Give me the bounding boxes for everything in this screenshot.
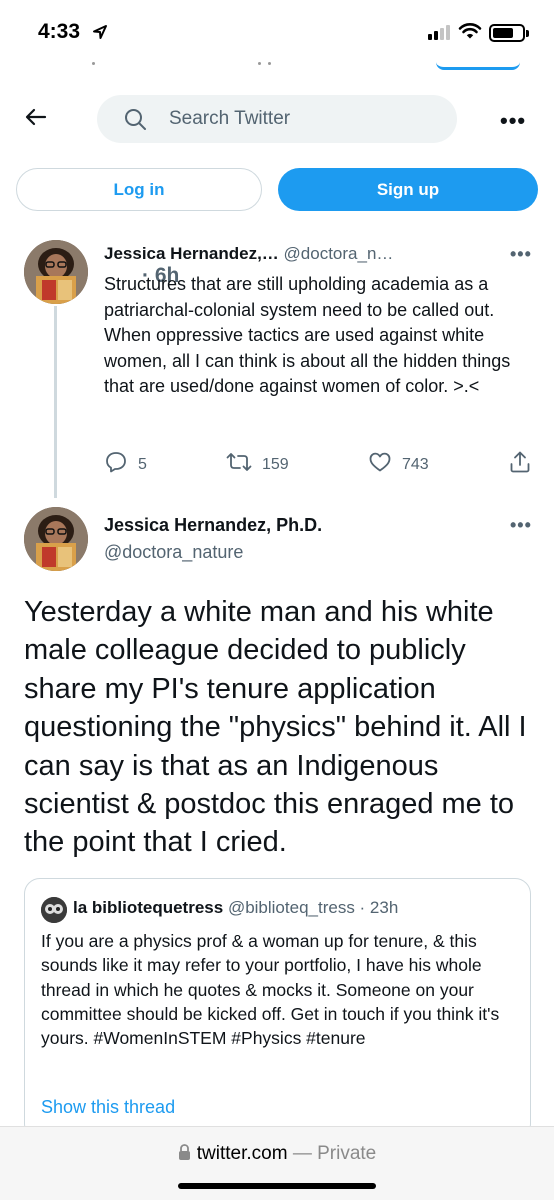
status-time: 4:33 — [38, 20, 81, 43]
quoted-tweet-header: la bibliotequetress @biblioteq_tress · 2… — [73, 898, 398, 918]
reply-button[interactable]: 5 — [104, 450, 147, 479]
header: ••• — [0, 92, 554, 146]
url-domain: twitter.com — [196, 1143, 288, 1164]
tweet-text: Yesterday a white man and his white male… — [24, 596, 527, 859]
quoted-tweet-text: If you are a physics prof & a woman up f… — [41, 931, 500, 1049]
battery-icon — [489, 24, 529, 42]
tweet-more-icon[interactable]: ••• — [510, 515, 532, 536]
url-display[interactable]: twitter.com — Private — [0, 1143, 554, 1167]
home-indicator[interactable] — [178, 1183, 376, 1189]
author-handle[interactable]: @doctora_n… — [284, 244, 394, 263]
show-thread-link[interactable]: Show this thread — [41, 1097, 175, 1118]
back-button[interactable] — [20, 103, 52, 135]
wifi-icon — [458, 22, 482, 45]
avatar — [41, 897, 67, 923]
tweet-actions: 5 159 743 — [104, 450, 534, 478]
share-icon — [508, 450, 532, 479]
author-handle: @biblioteq_tress · 23h — [227, 898, 399, 917]
auth-bar: Log in Sign up — [0, 168, 554, 212]
retweet-icon — [226, 450, 252, 479]
search-input[interactable] — [169, 108, 429, 130]
back-arrow-icon — [24, 105, 48, 134]
avatar[interactable] — [24, 507, 88, 571]
private-mode-label: — Private — [292, 1143, 377, 1164]
reply-icon — [104, 450, 128, 479]
search-box[interactable] — [97, 95, 457, 143]
thread-connector — [54, 306, 57, 498]
retweet-button[interactable]: 159 — [226, 450, 289, 479]
like-count: 743 — [402, 455, 429, 473]
quoted-tweet[interactable]: la bibliotequetress @biblioteq_tress · 2… — [24, 878, 531, 1140]
signup-button[interactable]: Sign up — [278, 168, 538, 211]
lock-icon — [178, 1144, 191, 1167]
author-name[interactable]: Jessica Hernandez,… — [104, 244, 279, 263]
location-arrow-icon — [92, 24, 108, 45]
browser-url-bar[interactable]: twitter.com — Private — [0, 1126, 554, 1200]
author-name[interactable]: Jessica Hernandez, Ph.D. — [104, 515, 322, 536]
author-handle[interactable]: @doctora_nature — [104, 542, 243, 563]
author-name: la bibliotequetress — [73, 898, 224, 917]
signal-icon — [428, 24, 450, 40]
tweet-more-icon[interactable]: ••• — [510, 244, 532, 265]
share-button[interactable] — [508, 450, 532, 479]
login-button[interactable]: Log in — [16, 168, 262, 211]
like-button[interactable]: 743 — [368, 450, 429, 479]
tweet-text: Structures that are still upholding acad… — [104, 274, 511, 396]
like-icon — [368, 450, 392, 479]
retweet-count: 159 — [262, 455, 289, 473]
scrolled-content-remnant — [0, 58, 554, 72]
avatar[interactable] — [24, 240, 88, 304]
more-icon[interactable]: ••• — [500, 108, 526, 134]
search-icon — [123, 107, 147, 131]
tweet-header: Jessica Hernandez,… @doctora_n… · 6h — [104, 244, 524, 287]
reply-count: 5 — [138, 455, 147, 473]
status-bar: 4:33 — [0, 0, 554, 64]
